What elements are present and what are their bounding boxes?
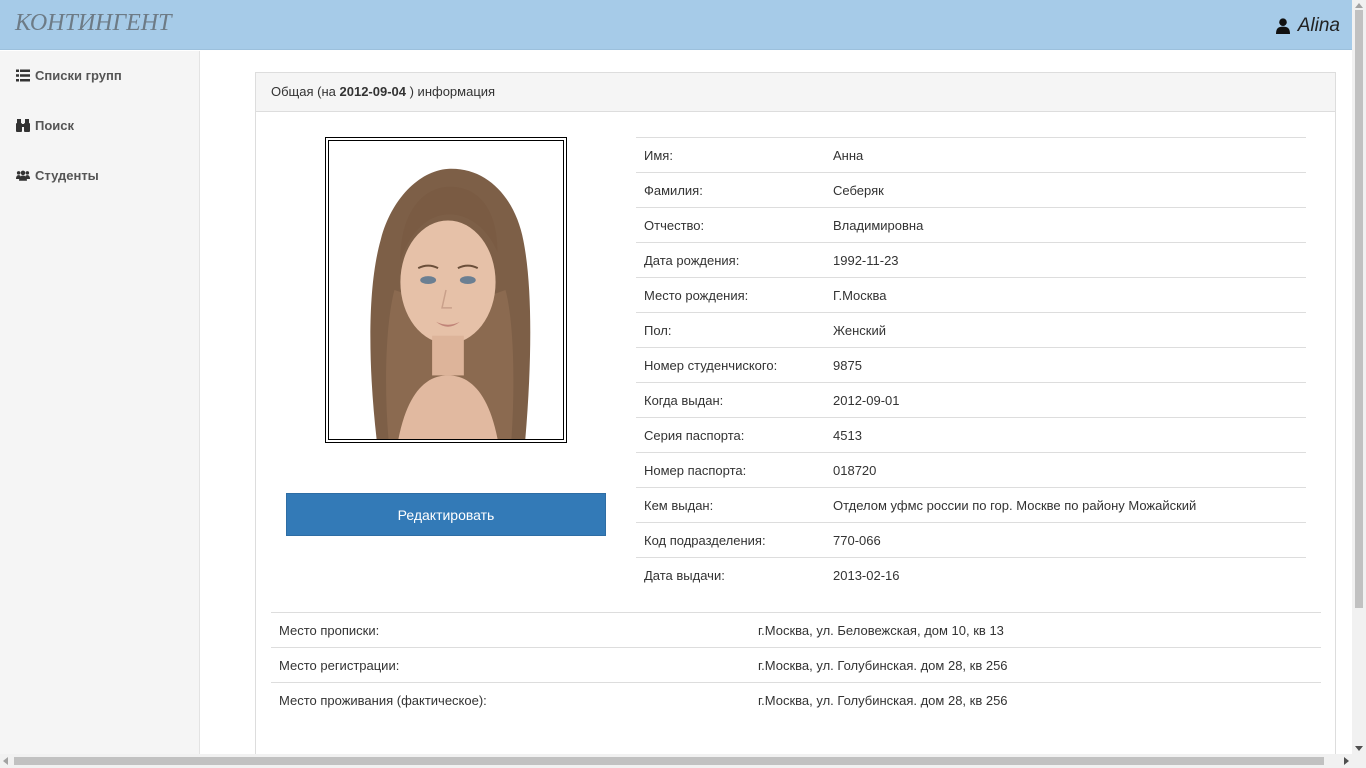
field-label: Кем выдан: [636,487,825,523]
scroll-right-icon[interactable] [1344,757,1349,765]
table-row: Кем выдан: Отделом уфмс россии по гор. Мо… [636,487,1306,523]
binoculars-icon [16,119,30,132]
table-row: Отчество: Владимировна [636,207,1306,243]
vertical-scrollbar[interactable] [1352,0,1366,754]
table-row: Фамилия: Себеряк [636,172,1306,208]
heading-prefix: Общая (на [271,84,340,99]
field-value: Владимировна [825,207,1306,243]
address-row: Место прописки: г.Москва, ул. Беловежская… [271,612,1321,648]
field-value: г.Москва, ул. Голубинская. дом 28, кв 25… [750,647,1321,683]
field-value: 1992-11-23 [825,242,1306,278]
student-photo [325,137,567,443]
table-row: Место рождения: Г.Москва [636,277,1306,313]
field-label: Отчество: [636,207,825,243]
field-value: г.Москва, ул. Беловежская, дом 10, кв 13 [750,612,1321,648]
field-label: Фамилия: [636,172,825,208]
portrait-image [329,141,563,439]
sidebar-item-label: Поиск [35,118,75,133]
field-label: Дата выдачи: [636,557,825,593]
field-label: Имя: [636,137,825,173]
personal-info-table: Имя: Анна Фамилия: Себеряк Отчество: Владимир… [636,137,1306,593]
table-row: Дата рождения: 1992-11-23 [636,242,1306,278]
table-row: Номер студенчиского: 9875 [636,347,1306,383]
table-row: Серия паспорта: 4513 [636,417,1306,453]
user-icon [1275,18,1290,34]
user-menu[interactable]: Alina [1275,15,1340,37]
horizontal-scrollbar[interactable] [0,754,1366,768]
field-label: Место регистрации: [271,647,750,683]
table-row: Пол: Женский [636,312,1306,348]
field-label: Когда выдан: [636,382,825,418]
field-value: 018720 [825,452,1306,488]
top-navbar: КОНТИНГЕНТ Alina [0,0,1352,50]
address-table: Место прописки: г.Москва, ул. Беловежская… [271,612,1321,718]
vertical-scroll-thumb[interactable] [1355,10,1363,608]
field-label: Место рождения: [636,277,825,313]
list-icon [16,69,30,82]
field-value: 2013-02-16 [825,557,1306,593]
users-icon [16,170,30,181]
field-value: 2012-09-01 [825,382,1306,418]
horizontal-scroll-thumb[interactable] [14,757,1324,765]
field-label: Номер паспорта: [636,452,825,488]
brand-logo[interactable]: КОНТИНГЕНТ [15,10,171,37]
sidebar-item-students[interactable]: Студенты [16,168,99,183]
field-value: 4513 [825,417,1306,453]
field-label: Дата рождения: [636,242,825,278]
student-info-panel: Общая (на 2012-09-04 ) информация Редакт… [255,72,1336,768]
table-row: Номер паспорта: 018720 [636,452,1306,488]
table-row: Когда выдан: 2012-09-01 [636,382,1306,418]
field-value: Анна [825,137,1306,173]
field-label: Место прописки: [271,612,750,648]
address-row: Место регистрации: г.Москва, ул. Голубинс… [271,647,1321,683]
sidebar-item-label: Списки групп [35,68,122,83]
address-row: Место проживания (фактическое): г.Москва,… [271,682,1321,718]
field-value: 770-066 [825,522,1306,558]
sidebar-item-group-lists[interactable]: Списки групп [16,68,122,83]
field-value: Себеряк [825,172,1306,208]
field-label: Код подразделения: [636,522,825,558]
table-row: Дата выдачи: 2013-02-16 [636,557,1306,593]
scroll-up-icon[interactable] [1355,3,1363,8]
scroll-down-icon[interactable] [1355,746,1363,751]
user-name: Alina [1297,15,1340,36]
sidebar-item-label: Студенты [35,168,99,183]
scroll-left-icon[interactable] [3,757,8,765]
field-value: Г.Москва [825,277,1306,313]
field-value: Женский [825,312,1306,348]
heading-suffix: ) информация [406,84,496,99]
field-value: г.Москва, ул. Голубинская. дом 28, кв 25… [750,682,1321,718]
field-label: Пол: [636,312,825,348]
table-row: Имя: Анна [636,137,1306,173]
field-label: Место проживания (фактическое): [271,682,750,718]
heading-date: 2012-09-04 [339,84,407,99]
field-value: Отделом уфмс россии по гор. Москве по ра… [825,487,1306,523]
field-label: Номер студенчиского: [636,347,825,383]
field-label: Серия паспорта: [636,417,825,453]
edit-button[interactable]: Редактировать [286,493,606,536]
sidebar-item-search[interactable]: Поиск [16,118,74,133]
table-row: Код подразделения: 770-066 [636,522,1306,558]
field-value: 9875 [825,347,1306,383]
panel-heading: Общая (на 2012-09-04 ) информация [256,73,1335,112]
sidebar: Списки групп Поиск Студенты [0,51,200,754]
